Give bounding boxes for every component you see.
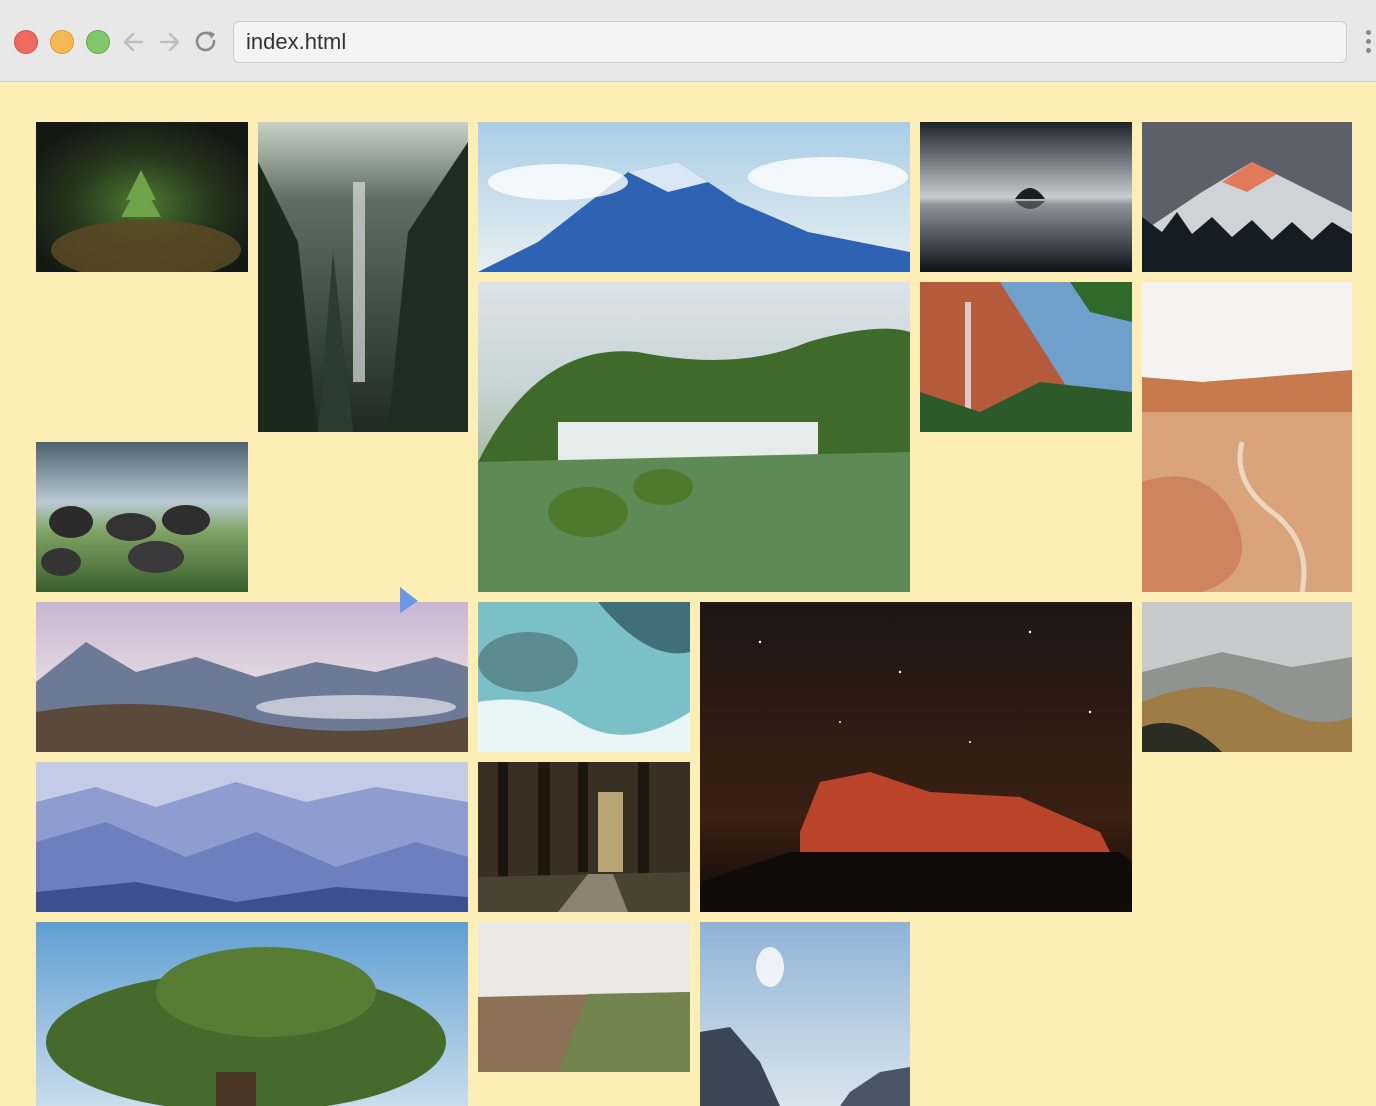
gallery-image-turquoise-rapids[interactable] [478,602,690,752]
gallery-image-forest-path[interactable] [478,762,690,912]
window-minimize-button[interactable] [50,30,74,54]
browser-toolbar: index.html [0,0,1376,82]
gallery-image-blue-misty-mountains[interactable] [36,762,468,912]
back-arrow-icon[interactable] [120,28,148,56]
window-maximize-button[interactable] [86,30,110,54]
gallery-image-golden-hills-haze[interactable] [1142,602,1352,752]
gallery-image-waterfalls-lake[interactable] [478,282,910,592]
window-close-button[interactable] [14,30,38,54]
reload-icon[interactable] [192,28,220,56]
gallery-image-rock-lake-reflection[interactable] [920,122,1132,272]
gallery-image-desert-canyon-road[interactable] [1142,282,1352,592]
gallery-image-red-rock-night-sky[interactable] [700,602,1132,912]
gallery-image-plowed-field[interactable] [478,922,690,1072]
address-bar[interactable]: index.html [233,21,1347,63]
gallery-image-mountain-valley-clouds[interactable] [700,922,910,1106]
mouse-cursor-icon [399,586,419,614]
vertical-dots-icon[interactable] [1364,30,1374,58]
gallery-image-alpine-range-fog[interactable] [36,602,468,752]
gallery-image-lone-tree-sky[interactable] [36,922,468,1106]
gallery-image-waterfall-pine-forest[interactable] [258,122,468,432]
gallery-image-mountain-above-clouds[interactable] [478,122,910,272]
gallery-image-boulders-field[interactable] [36,442,248,592]
gallery-image-snowy-peak-sunset[interactable] [1142,122,1352,272]
gallery-image-sapling-forest-floor[interactable] [36,122,248,272]
gallery-image-red-cliff-waterfall[interactable] [920,282,1132,432]
forward-arrow-icon[interactable] [155,28,183,56]
url-text: index.html [246,29,347,54]
